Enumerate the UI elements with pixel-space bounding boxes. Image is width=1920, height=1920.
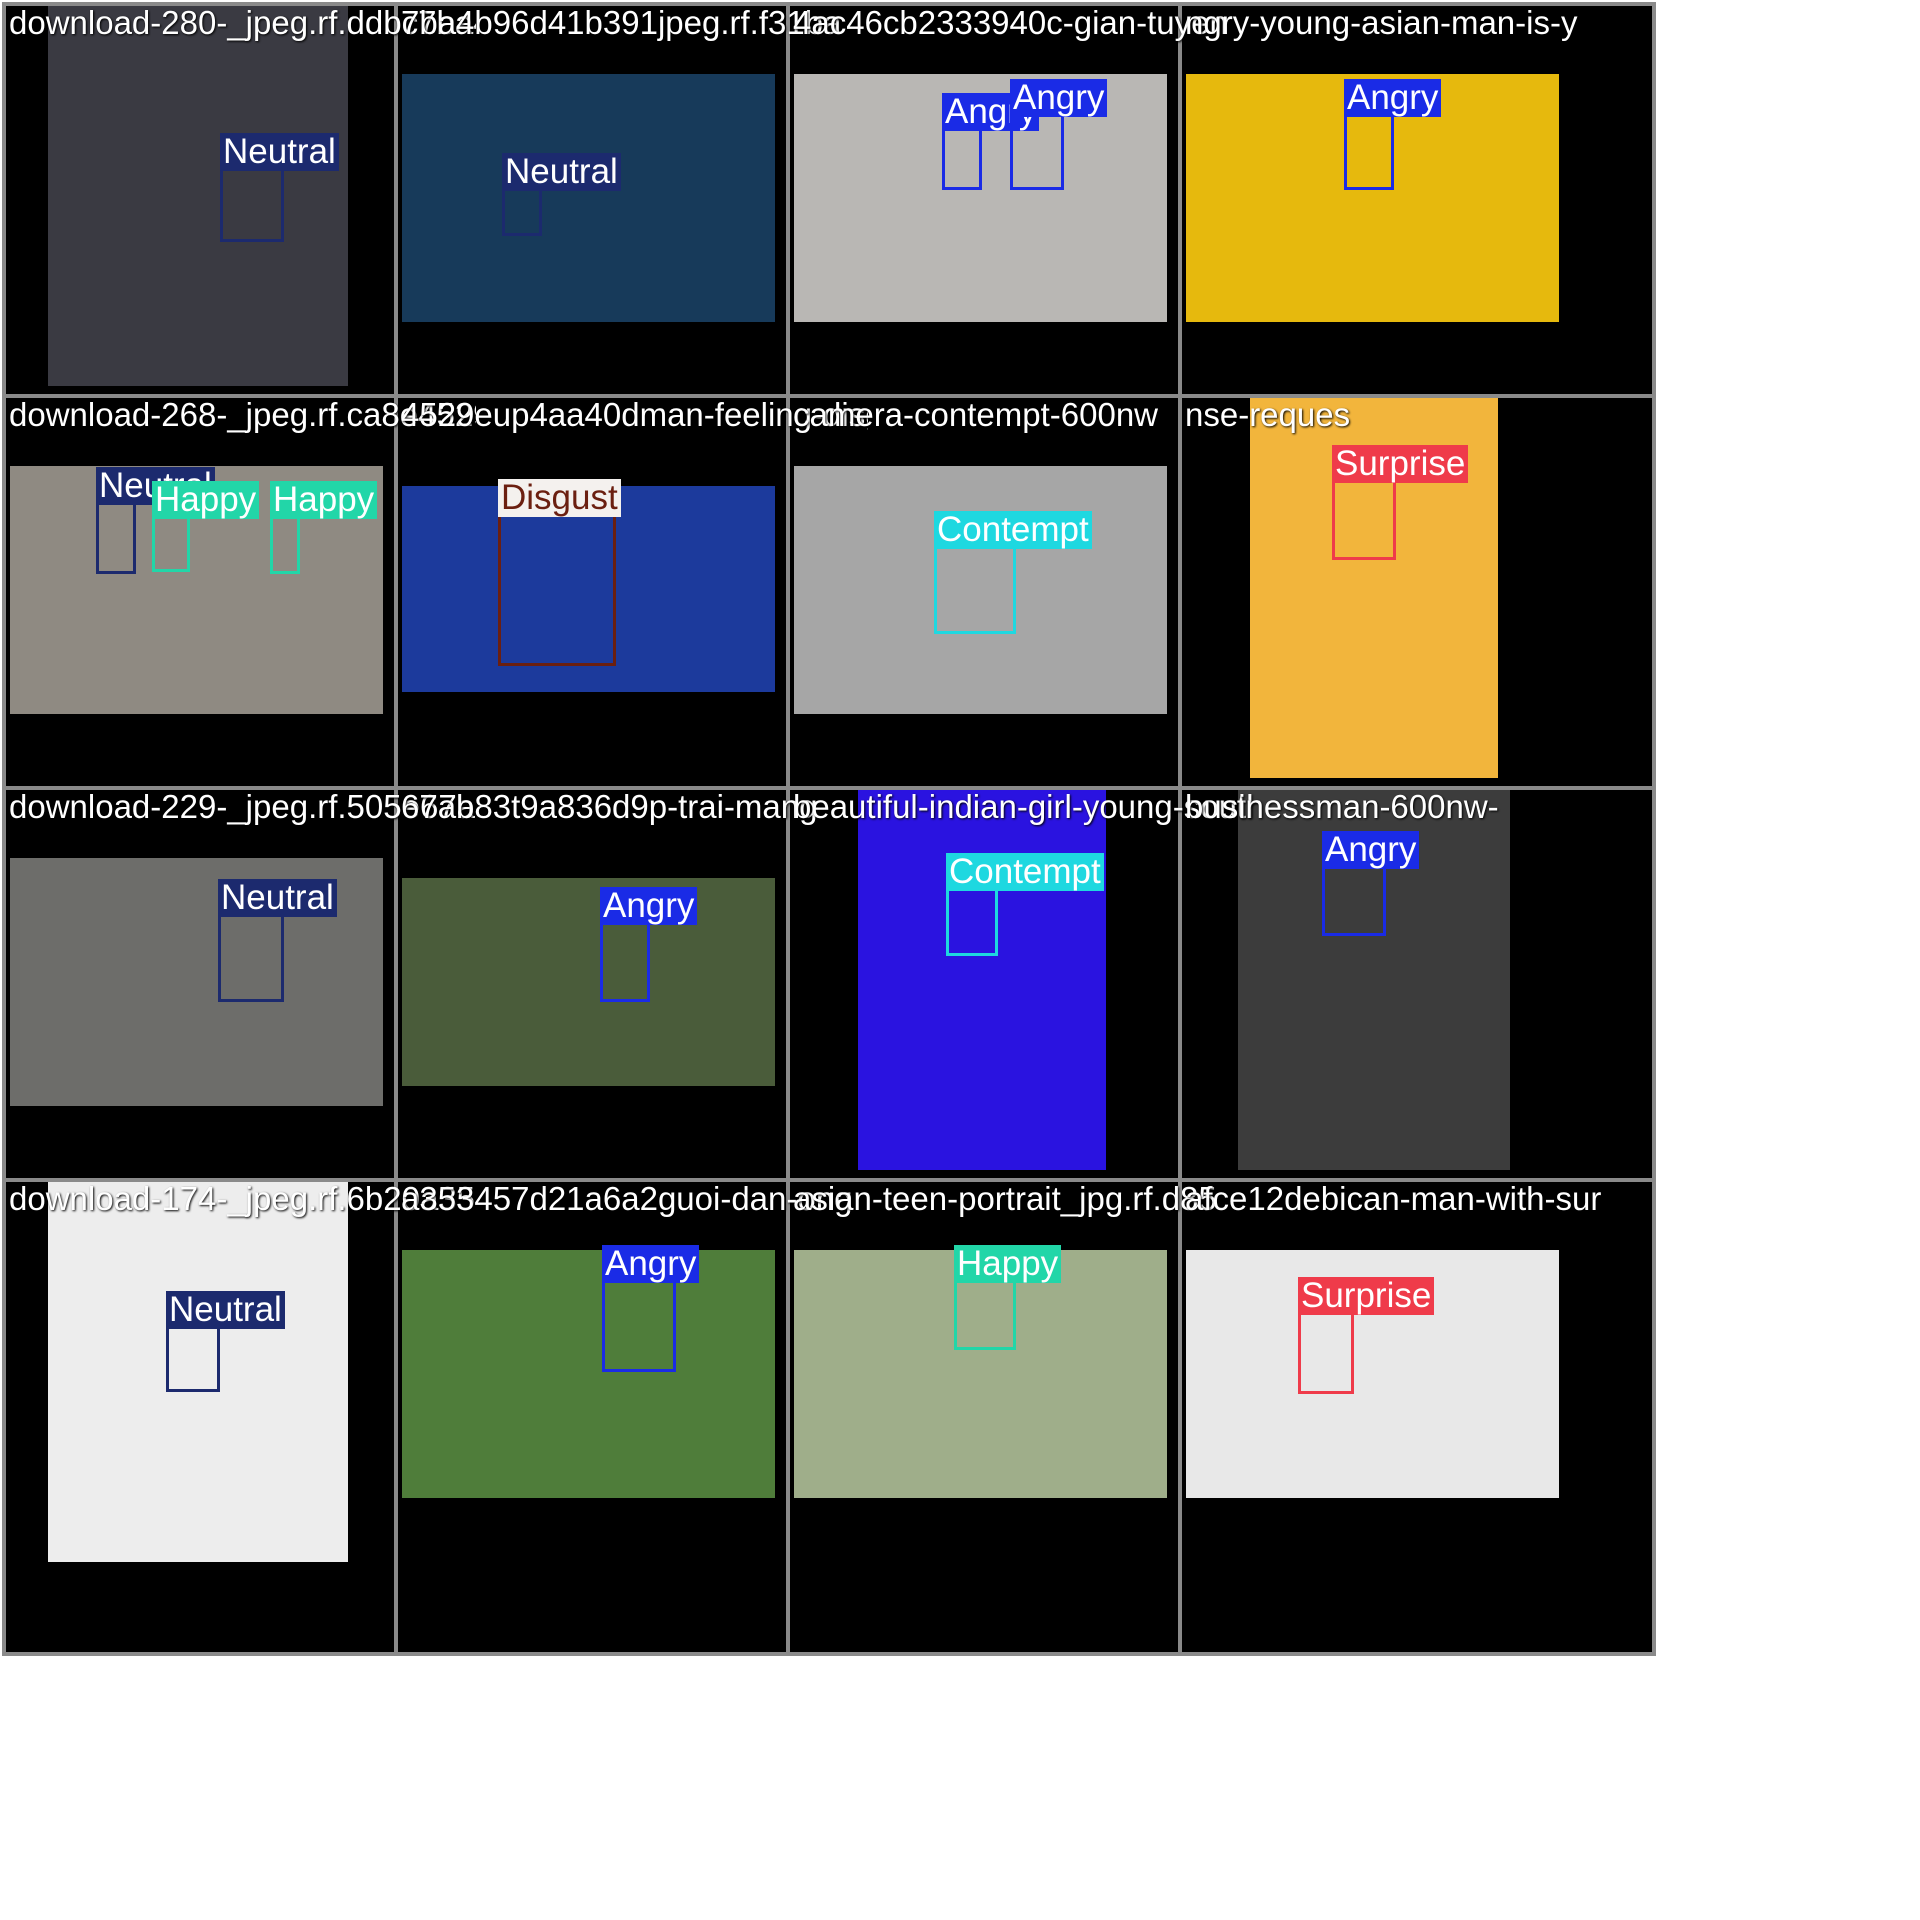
- face-bbox: Neutral: [96, 467, 215, 574]
- face-bbox: Neutral: [220, 133, 339, 242]
- image-tile: afce12debican-man-with-sur Surprise: [1178, 1178, 1656, 1656]
- tile-photo: [48, 6, 348, 386]
- prediction-grid: download-280-_jpeg.rf.ddbc7ba4b96d41b391…: [0, 0, 1920, 1920]
- bbox-label: Neutral: [166, 1291, 285, 1329]
- face-bbox: Surprise: [1332, 445, 1469, 560]
- face-bbox: Happy: [954, 1245, 1062, 1350]
- bbox-label: Angry: [600, 887, 698, 925]
- face-bbox: Neutral: [218, 879, 337, 1002]
- face-bbox: Angry: [1010, 79, 1108, 190]
- tile-filename: camera-contempt-600nw: [793, 396, 1158, 433]
- face-bbox: Angry: [942, 93, 1040, 190]
- face-bbox: Contempt: [946, 853, 1104, 956]
- bbox-label: Angry: [602, 1245, 700, 1283]
- bbox-label: Neutral: [502, 153, 621, 191]
- tile-filename: businessman-600nw-: [1185, 788, 1499, 825]
- face-bbox: Angry: [600, 887, 698, 1002]
- bbox-label: Disgust: [498, 479, 621, 517]
- tile-filename: nse-reques: [1185, 396, 1351, 433]
- bbox-label: Surprise: [1332, 445, 1469, 483]
- tile-filename: afce12debican-man-with-sur: [1185, 1180, 1602, 1217]
- bbox-label: Neutral: [218, 879, 337, 917]
- face-bbox: Angry: [1344, 79, 1442, 190]
- tile-photo: [402, 1250, 775, 1498]
- face-bbox: Surprise: [1298, 1277, 1435, 1394]
- face-bbox: Neutral: [502, 153, 621, 236]
- face-bbox: Disgust: [498, 479, 621, 666]
- bbox-label: Contempt: [934, 511, 1092, 549]
- tile-filename: a353457d21a6a2guoi-dan-ong: [401, 1180, 853, 1217]
- face-bbox: Neutral: [166, 1291, 285, 1392]
- tile-filename: ngry-young-asian-man-is-y: [1185, 4, 1578, 41]
- bbox-label: Happy: [152, 481, 260, 519]
- tile-filename: 67ab83t9a836d9p-trai-mang: [401, 788, 818, 825]
- face-bbox: Happy: [270, 481, 378, 574]
- face-bbox: Angry: [1322, 831, 1420, 936]
- bbox-label: Happy: [954, 1245, 1062, 1283]
- tile-photo: [858, 790, 1106, 1170]
- tile-photo: [402, 74, 775, 322]
- face-bbox: Happy: [152, 481, 260, 572]
- tile-filename: 4ac46cb2333940c-gian-tuyen: [793, 4, 1228, 41]
- bbox-label: Angry: [1344, 79, 1442, 117]
- face-bbox: Contempt: [934, 511, 1092, 634]
- tile-photo: [402, 878, 775, 1086]
- bbox-label: Happy: [270, 481, 378, 519]
- bbox-label: Neutral: [220, 133, 339, 171]
- face-bbox: Angry: [602, 1245, 700, 1372]
- bbox-label: Angry: [1322, 831, 1420, 869]
- bbox-label: Contempt: [946, 853, 1104, 891]
- tile-filename: asian-teen-portrait_jpg.rf.d85: [793, 1180, 1217, 1217]
- tile-filename: 7ba4b96d41b391jpeg.rf.f31ba: [401, 4, 842, 41]
- bbox-label: Angry: [1010, 79, 1108, 117]
- bbox-label: Surprise: [1298, 1277, 1435, 1315]
